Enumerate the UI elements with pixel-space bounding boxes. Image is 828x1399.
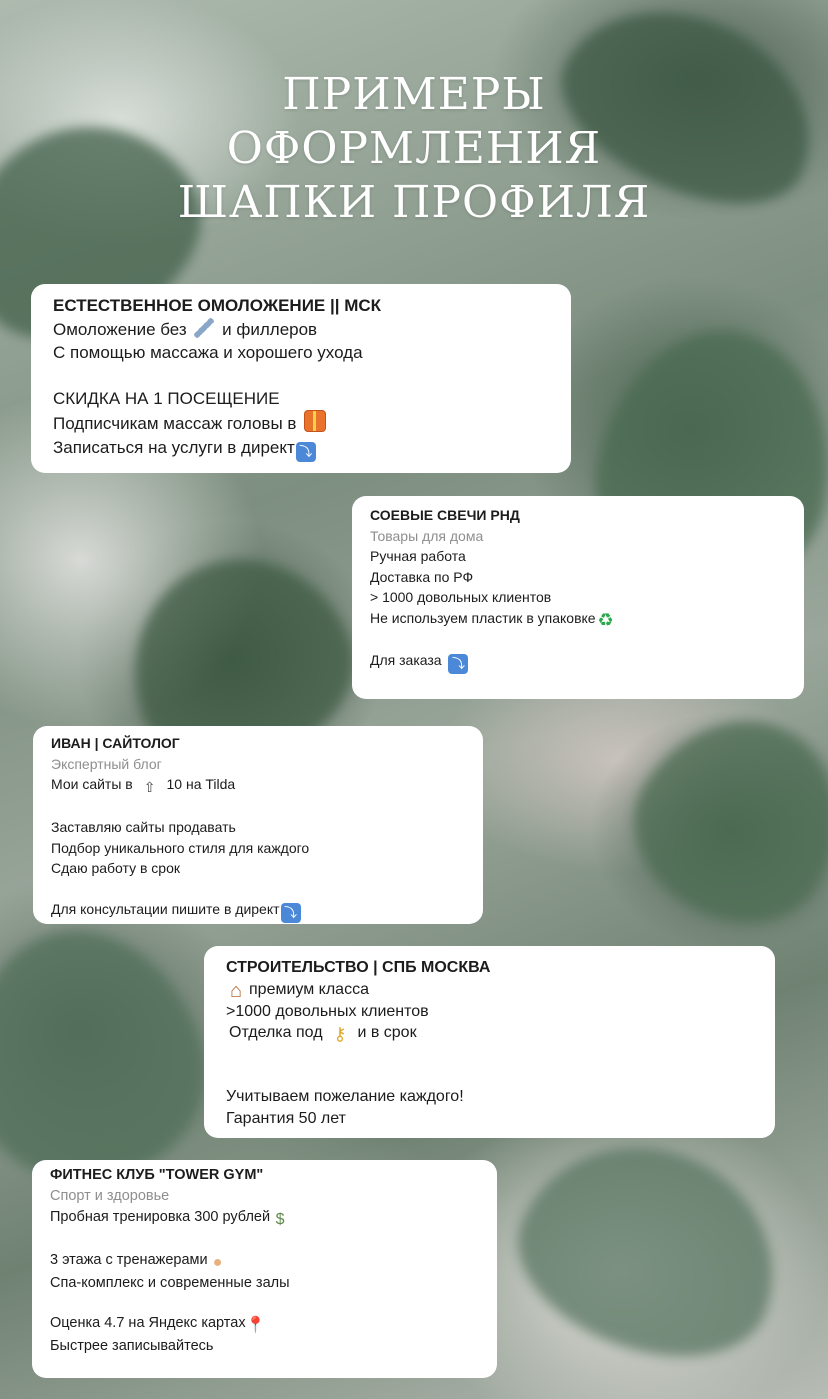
money-icon: $ (275, 1210, 285, 1228)
syringe-icon (194, 317, 215, 338)
arrow-down-icon: ⤵ (280, 902, 301, 923)
title-line-1: ПРИМЕРЫ (282, 69, 546, 120)
profile-name: ЕСТЕСТВЕННОЕ ОМОЛОЖЕНИЕ || МСК (53, 296, 382, 315)
bio-line: С помощью массажа и хорошего ухода (53, 343, 363, 362)
key-icon: ⚷ (333, 1024, 347, 1044)
pin-icon: 📍 (245, 1317, 266, 1335)
bio-line: Заставляю сайты продавать (51, 819, 236, 835)
bio-line: Для заказа ⤵ (370, 650, 786, 674)
bio-line: Спа-комплекс и современные залы (50, 1274, 290, 1291)
bio-line: ⌂ премиум класса (226, 979, 753, 1001)
bio-line: Подписчикам массаж головы в (53, 410, 549, 436)
bio-line: Пробная тренировка 300 рублей $ (50, 1207, 479, 1230)
bio-line: СКИДКА НА 1 ПОСЕЩЕНИЕ (53, 388, 280, 408)
profile-category: Товары для дома (370, 527, 484, 544)
bio-line: Мои сайты в ⇧ 10 на Tilda (51, 776, 236, 795)
gift-icon (304, 410, 327, 432)
recycle-icon: ♻ (597, 609, 614, 630)
bio-line: > 1000 довольных клиентов (370, 589, 552, 605)
title-line-2: ОФОРМЛЕНИЯ (226, 123, 602, 174)
profile-name: СТРОИТЕЛЬСТВО | СПБ МОСКВА (226, 959, 491, 976)
bio-line: Подбор уникального стиля для каждого (51, 839, 310, 856)
profile-header-card-rejuvenation: ЕСТЕСТВЕННОЕ ОМОЛОЖЕНИЕ || МСК Омоложени… (31, 284, 571, 473)
top-icon: ⇧ (143, 779, 156, 795)
profile-header-card-fitness: ФИТНЕС КЛУБ "TOWER GYM" Спорт и здоровье… (32, 1160, 497, 1378)
bio-line: Не используем пластик в упаковке ♻ (370, 609, 614, 630)
bio-line: Гарантия 50 лет (226, 1109, 346, 1127)
muscle-icon: ● (212, 1253, 223, 1271)
profile-name: ФИТНЕС КЛУБ "TOWER GYM" (50, 1167, 264, 1183)
profile-header-card-candles: СОЕВЫЕ СВЕЧИ РНД Товары для дома Ручная … (352, 496, 804, 699)
bio-line: Доставка по РФ (370, 568, 474, 585)
arrow-down-icon: ⤵ (448, 653, 469, 674)
house-icon: ⌂ (229, 979, 243, 1002)
profile-header-card-construction: СТРОИТЕЛЬСТВО | СПБ МОСКВА ⌂ премиум клас… (204, 946, 775, 1138)
page-title: ПРИМЕРЫ ОФОРМЛЕНИЯ ШАПКИ ПРОФИЛЯ (0, 68, 828, 230)
title-line-3: ШАПКИ ПРОФИЛЯ (177, 177, 651, 228)
bio-line: >1000 довольных клиентов (226, 1002, 429, 1020)
profile-name: ИВАН | САЙТОЛОГ (51, 735, 180, 751)
bio-line: Сдаю работу в срок (51, 860, 181, 876)
profile-category: Спорт и здоровье (50, 1187, 170, 1204)
bio-line: 3 этажа с тренажерами ● (50, 1250, 479, 1273)
bio-line: Учитываем пожелание каждого! (226, 1088, 464, 1105)
bio-line: Отделка под ⚷ и в срок (229, 1024, 417, 1044)
bio-line: Ручная работа (370, 548, 466, 564)
bio-line: Записаться на услуги в директ ⤵ (53, 436, 549, 462)
bio-line: Омоложение без и филлеров (53, 317, 318, 339)
profile-header-card-web-designer: ИВАН | САЙТОЛОГ Экспертный блог Мои сайт… (33, 726, 483, 924)
profile-name: СОЕВЫЕ СВЕЧИ РНД (370, 507, 520, 523)
bio-line: Для консультации пишите в директ ⤵ (51, 899, 465, 923)
bio-line: Быстрее записывайтесь (50, 1338, 214, 1355)
arrow-down-icon: ⤵ (295, 441, 316, 462)
profile-category: Экспертный блог (51, 755, 162, 772)
bio-line: Оценка 4.7 на Яндекс картах📍 (50, 1315, 266, 1335)
